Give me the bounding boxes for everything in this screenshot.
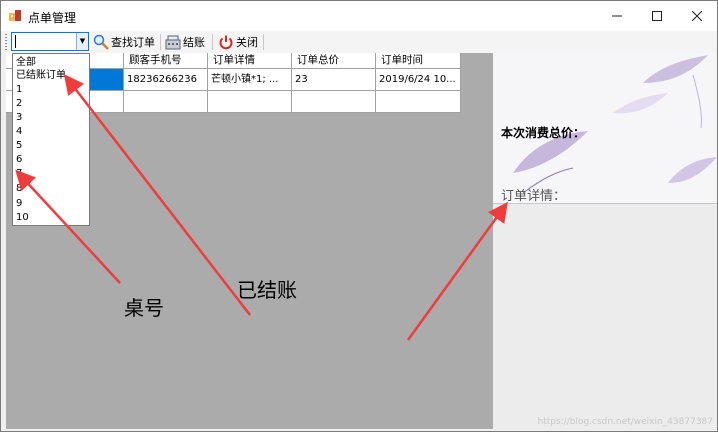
watermark: https://blog.csdn.net/weixin_43877387 [537, 417, 713, 427]
toolbar: ▼ 查找订单 结账 关闭 [1, 31, 717, 53]
table-number-combobox[interactable]: ▼ [11, 32, 89, 51]
dropdown-item-6[interactable]: 6 [16, 153, 22, 166]
cell-empty[interactable] [208, 91, 292, 113]
cell-time[interactable]: 2019/6/24 10... [376, 69, 461, 91]
total-price-label: 本次消费总价： [501, 126, 586, 140]
app-window: 点单管理 ▼ 查找订单 结账 关闭 顾客手机号 订单详情 订单总价 订单时间 1… [0, 0, 718, 432]
dropdown-item-8[interactable]: 8 [16, 182, 22, 195]
toolbar-separator [160, 34, 161, 50]
cash-register-icon [165, 35, 181, 50]
column-header-total[interactable]: 订单总价 [292, 53, 376, 69]
dropdown-item-5[interactable]: 5 [16, 139, 22, 152]
cell-phone[interactable]: 18236266236 [124, 69, 208, 91]
column-header-time[interactable]: 订单时间 [376, 53, 461, 69]
annotation-table-number: 桌号 [124, 296, 164, 320]
minimize-button[interactable] [597, 1, 637, 31]
cell-details[interactable]: 芒顿小镇*1; ... [208, 69, 292, 91]
search-order-button[interactable]: 查找订单 [93, 33, 155, 51]
search-order-label: 查找订单 [111, 36, 155, 49]
close-window-button[interactable] [677, 1, 717, 31]
dropdown-item-1[interactable]: 1 [16, 83, 22, 96]
app-icon [9, 10, 21, 21]
cell-empty[interactable] [124, 91, 208, 113]
dropdown-item-9[interactable]: 9 [16, 197, 22, 210]
column-header-details[interactable]: 订单详情 [208, 53, 292, 69]
minimize-icon [612, 15, 622, 17]
dropdown-item-checked-out[interactable]: 已结账订单 [16, 69, 66, 82]
dropdown-item-4[interactable]: 4 [16, 125, 22, 138]
dropdown-item-all[interactable]: 全部 [16, 56, 36, 69]
maximize-button[interactable] [637, 1, 677, 31]
power-icon [219, 35, 233, 50]
dropdown-item-7[interactable]: 7 [16, 167, 22, 180]
toolbar-separator [212, 34, 213, 50]
dropdown-item-2[interactable]: 2 [16, 97, 22, 110]
toolbar-separator [263, 34, 264, 50]
checkout-label: 结账 [183, 36, 205, 49]
cell-empty[interactable] [376, 91, 461, 113]
table-number-dropdown[interactable]: 全部 已结账订单 1 2 3 4 5 6 7 8 9 10 [12, 53, 90, 226]
order-summary-panel: 本次消费总价： 订单详情： https://blog.csdn.net/weix… [493, 53, 717, 430]
cell-empty[interactable] [292, 91, 376, 113]
magnifier-icon [93, 34, 109, 50]
annotation-checked-out: 已结账 [237, 278, 297, 302]
column-header-phone[interactable]: 顾客手机号 [124, 53, 208, 69]
maximize-icon [652, 11, 662, 21]
order-detail-box[interactable] [493, 203, 717, 430]
close-icon [692, 11, 702, 21]
combo-dropdown-arrow[interactable]: ▼ [76, 33, 88, 50]
dropdown-item-10[interactable]: 10 [16, 211, 29, 224]
cell-total[interactable]: 23 [292, 69, 376, 91]
dropdown-item-3[interactable]: 3 [16, 111, 22, 124]
text-caret [15, 35, 16, 48]
toolbar-grip[interactable] [5, 34, 7, 50]
title-bar: 点单管理 [1, 1, 717, 31]
close-order-label: 关闭 [236, 36, 258, 49]
checkout-button[interactable]: 结账 [165, 33, 205, 51]
window-title: 点单管理 [28, 11, 77, 25]
close-order-button[interactable]: 关闭 [218, 33, 258, 51]
order-detail-label: 订单详情： [501, 189, 567, 204]
